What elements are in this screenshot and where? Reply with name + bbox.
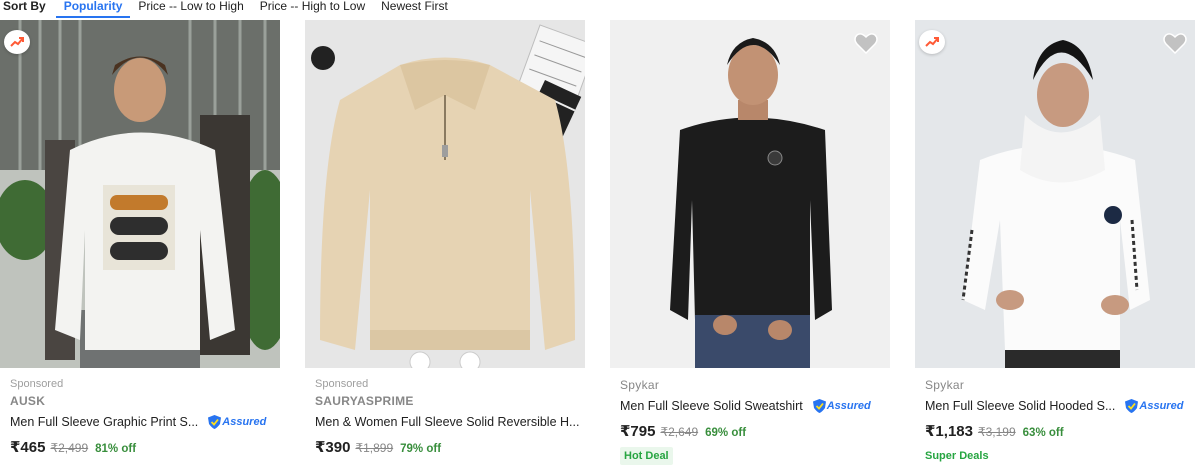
assured-shield-icon <box>208 415 222 429</box>
product-discount: 79% off <box>400 443 442 455</box>
assured-badge: Assured <box>208 415 266 429</box>
product-brand: Spykar <box>925 378 965 392</box>
product-price: ₹390 <box>315 439 351 456</box>
sponsored-label: Sponsored <box>315 378 369 390</box>
assured-text: Assured <box>222 416 267 428</box>
super-deals-tag: Super Deals <box>925 450 989 462</box>
assured-shield-icon <box>1125 399 1139 413</box>
product-image[interactable] <box>915 20 1195 368</box>
product-card[interactable]: Spykar Men Full Sleeve Solid Hooded S...… <box>915 20 1200 462</box>
hot-deal-tag: Hot Deal <box>620 447 673 465</box>
assured-text: Assured <box>1139 400 1184 412</box>
wishlist-heart-icon[interactable] <box>854 32 878 54</box>
product-image[interactable] <box>0 20 280 368</box>
product-image[interactable] <box>305 20 585 368</box>
assured-text: Assured <box>826 400 871 412</box>
product-grid: Sponsored AUSK Men Full Sleeve Graphic P… <box>0 20 1200 465</box>
product-mrp: ₹2,499 <box>50 441 89 455</box>
sponsored-label: Sponsored <box>10 378 64 390</box>
trending-icon <box>10 37 24 47</box>
wishlist-heart-icon[interactable] <box>1163 32 1187 54</box>
product-title[interactable]: Men Full Sleeve Solid Hooded S... <box>925 399 1115 413</box>
sort-option-price-high-low[interactable]: Price -- High to Low <box>252 0 373 18</box>
product-mrp: ₹3,199 <box>977 425 1016 439</box>
product-card[interactable]: Sponsored SAURYASPRIME Men & Women Full … <box>305 20 597 462</box>
product-discount: 69% off <box>705 427 747 439</box>
product-discount: 63% off <box>1022 427 1064 439</box>
product-brand: SAURYASPRIME <box>315 394 414 408</box>
product-mrp: ₹1,899 <box>355 441 394 455</box>
sort-option-newest[interactable]: Newest First <box>373 0 456 18</box>
product-title[interactable]: Men Full Sleeve Graphic Print S... <box>10 415 198 429</box>
product-price: ₹465 <box>10 439 46 456</box>
trending-badge <box>4 30 30 54</box>
assured-badge: Assured <box>1125 399 1183 413</box>
product-image[interactable] <box>610 20 890 368</box>
sort-option-popularity[interactable]: Popularity <box>55 0 131 18</box>
product-mrp: ₹2,649 <box>660 425 699 439</box>
product-price: ₹795 <box>620 423 656 440</box>
sort-by-label: Sort By <box>3 0 46 13</box>
product-brand: Spykar <box>620 378 660 392</box>
product-title[interactable]: Men Full Sleeve Solid Sweatshirt <box>620 399 803 413</box>
sort-bar: Sort By Popularity Price -- Low to High … <box>0 0 1200 20</box>
trending-icon <box>925 37 939 47</box>
assured-badge: Assured <box>812 399 871 413</box>
product-card[interactable]: Spykar Men Full Sleeve Solid Sweatshirt … <box>610 20 902 465</box>
product-discount: 81% off <box>95 443 137 455</box>
product-card[interactable]: Sponsored AUSK Men Full Sleeve Graphic P… <box>0 20 292 462</box>
product-title[interactable]: Men & Women Full Sleeve Solid Reversible… <box>315 415 579 429</box>
product-price: ₹1,183 <box>925 423 973 440</box>
product-brand: AUSK <box>10 394 46 408</box>
sort-option-price-low-high[interactable]: Price -- Low to High <box>130 0 251 18</box>
assured-shield-icon <box>812 399 826 413</box>
trending-badge <box>919 30 945 54</box>
